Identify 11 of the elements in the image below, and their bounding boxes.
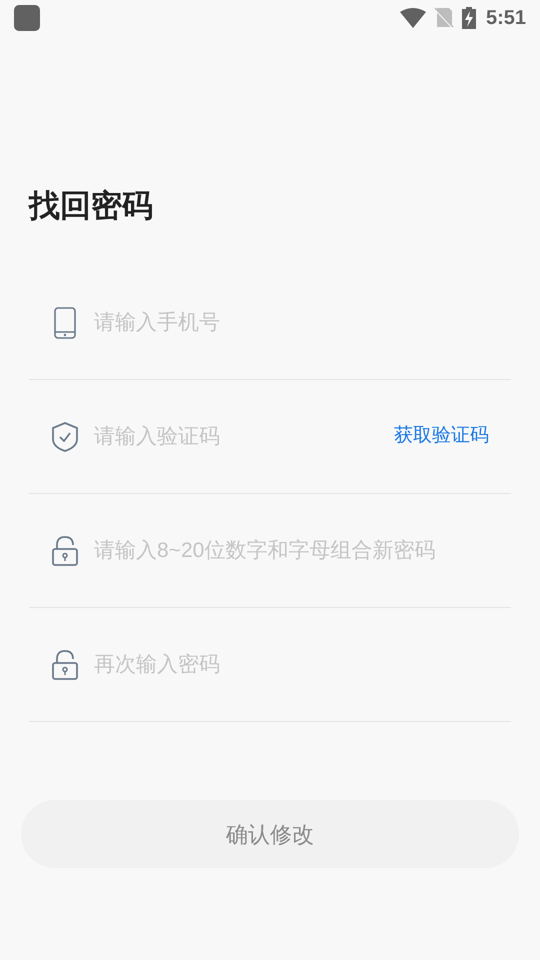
get-code-link[interactable]: 获取验证码 (394, 422, 489, 451)
no-sim-icon (434, 7, 454, 29)
battery-charging-icon (462, 7, 476, 29)
status-time: 5:51 (486, 6, 526, 31)
app-notification-icon (14, 5, 40, 31)
wifi-icon (400, 8, 426, 28)
unlocked-padlock-icon (52, 650, 78, 680)
shield-check-icon (52, 422, 78, 452)
page-title: 找回密码 (29, 187, 153, 225)
phone-icon (54, 306, 76, 338)
unlocked-padlock-icon (52, 536, 78, 566)
